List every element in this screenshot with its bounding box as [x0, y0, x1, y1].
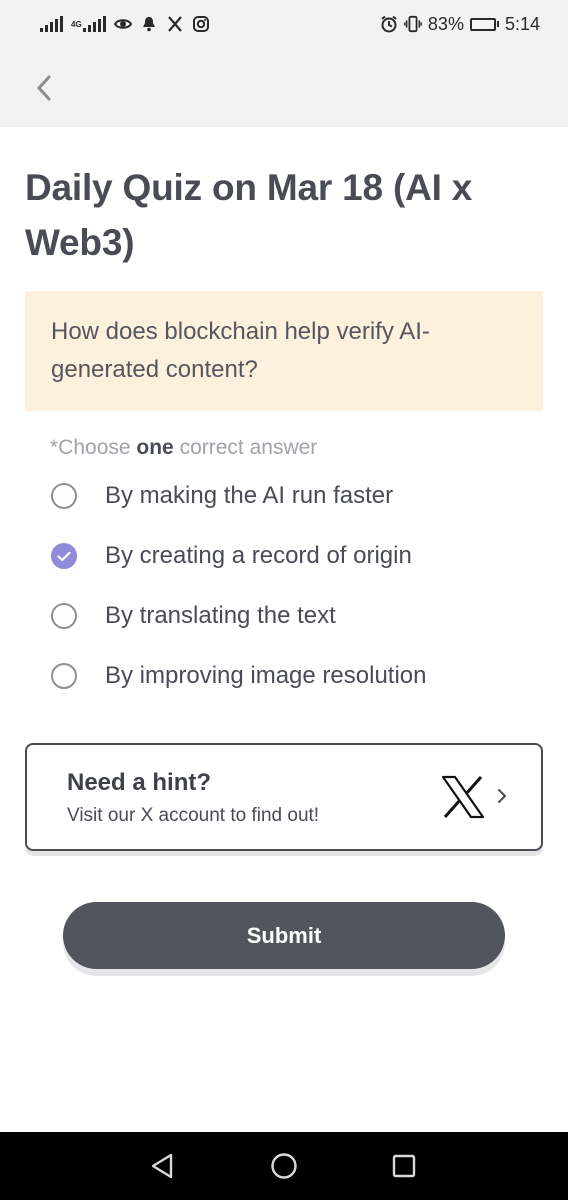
answer-option-2[interactable]: By creating a record of origin — [50, 526, 530, 586]
chevron-left-icon — [37, 75, 51, 101]
circle-home-icon — [271, 1153, 297, 1179]
system-nav-bar — [0, 1132, 568, 1200]
answer-options: By making the AI run faster By creating … — [50, 466, 530, 706]
status-right: 83% 5:14 — [380, 14, 540, 35]
status-bar: 4G 83% 5:14 — [0, 0, 568, 48]
radio-button[interactable] — [51, 603, 77, 629]
x-app-icon — [166, 15, 184, 33]
triangle-back-icon — [151, 1153, 173, 1179]
question-box: How does blockchain help verify AI-gener… — [25, 291, 543, 411]
option-label: By creating a record of origin — [105, 542, 412, 569]
instruction-suffix: correct answer — [173, 436, 318, 459]
notification-bell-icon — [140, 15, 158, 33]
hint-card[interactable]: Need a hint? Visit our X account to find… — [25, 743, 543, 851]
app-header — [0, 48, 568, 127]
x-logo-icon — [441, 775, 485, 819]
radio-button-checked[interactable] — [51, 543, 77, 569]
signal-icon — [40, 16, 63, 32]
option-label: By translating the text — [105, 602, 336, 629]
clock: 5:14 — [504, 13, 540, 34]
question-text: How does blockchain help verify AI-gener… — [51, 318, 430, 383]
eye-icon — [114, 15, 132, 33]
answer-instruction: *Choose one correct answer — [50, 436, 317, 460]
nav-back-button[interactable] — [146, 1150, 178, 1182]
answer-option-4[interactable]: By improving image resolution — [50, 646, 530, 706]
hint-title: Need a hint? — [67, 769, 212, 796]
nav-home-button[interactable] — [268, 1150, 300, 1182]
vibrate-icon — [404, 15, 422, 33]
radio-button[interactable] — [51, 483, 77, 509]
nav-recents-button[interactable] — [388, 1150, 420, 1182]
status-left: 4G — [40, 15, 210, 33]
alarm-icon — [380, 15, 398, 33]
option-label: By improving image resolution — [105, 662, 427, 689]
page-title: Daily Quiz on Mar 18 (AI x Web3) — [25, 167, 473, 263]
chevron-right-icon — [498, 789, 506, 803]
answer-option-3[interactable]: By translating the text — [50, 586, 530, 646]
square-recents-icon — [392, 1154, 416, 1178]
instagram-icon — [192, 15, 210, 33]
submit-button[interactable]: Submit — [63, 902, 505, 969]
check-icon — [57, 551, 71, 561]
hint-subtitle: Visit our X account to find out! — [67, 805, 320, 826]
option-label: By making the AI run faster — [105, 482, 394, 509]
instruction-prefix: *Choose — [50, 436, 137, 459]
back-button[interactable] — [26, 70, 62, 106]
answer-option-1[interactable]: By making the AI run faster — [50, 466, 530, 526]
battery-percent: 83% — [427, 13, 464, 34]
4g-signal-icon: 4G — [71, 16, 106, 32]
battery-icon — [469, 17, 499, 31]
network-type-label: 4G — [71, 19, 82, 29]
radio-button[interactable] — [51, 663, 77, 689]
instruction-emphasis: one — [136, 436, 174, 459]
